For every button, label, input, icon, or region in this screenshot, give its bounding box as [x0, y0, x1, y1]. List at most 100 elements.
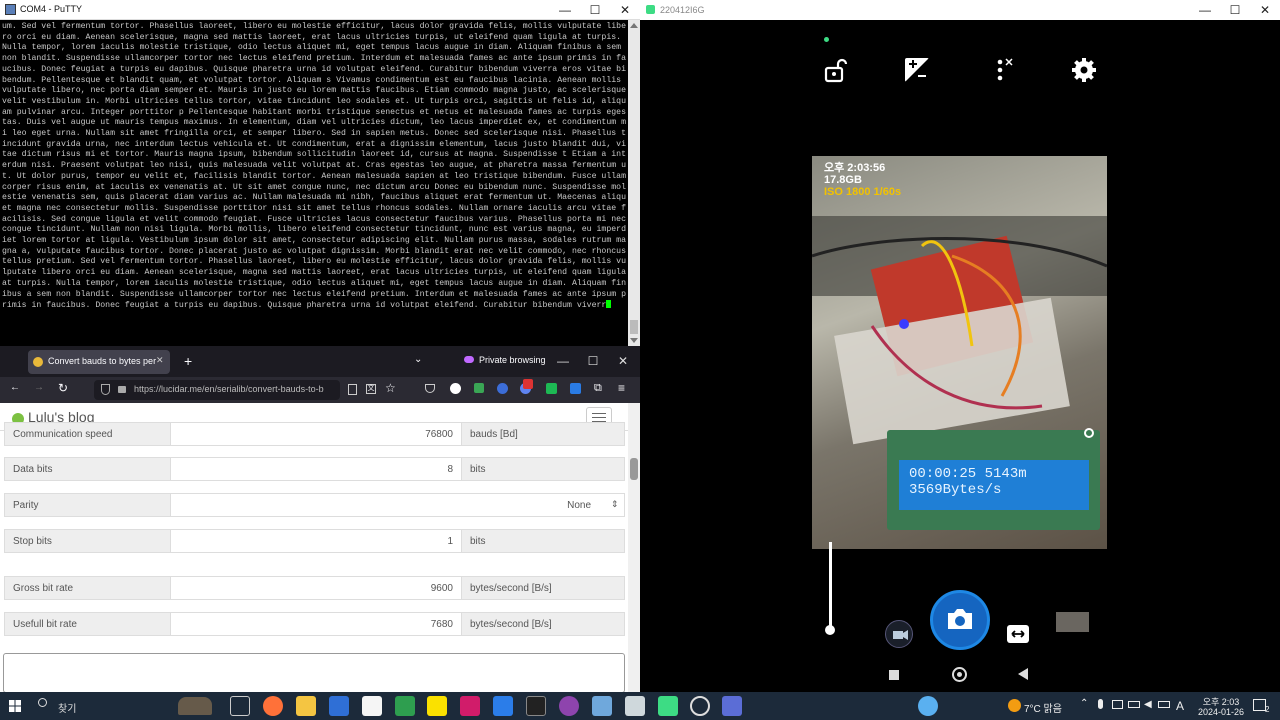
- clock-date[interactable]: 2024-01-26: [1194, 707, 1248, 717]
- calculator-icon[interactable]: [625, 696, 645, 716]
- focus-handle[interactable]: [1084, 428, 1094, 438]
- extension-red-icon[interactable]: [523, 379, 533, 389]
- network-icon[interactable]: [1112, 700, 1123, 709]
- ime-indicator[interactable]: A: [1176, 699, 1184, 713]
- extension-n-icon[interactable]: [546, 383, 557, 394]
- text-area[interactable]: [3, 653, 625, 692]
- minimize-icon[interactable]: —: [550, 0, 580, 20]
- search-icon: [38, 698, 47, 707]
- extension-translate-icon[interactable]: [570, 383, 581, 394]
- microphone-icon[interactable]: [1098, 699, 1103, 709]
- field-label: Gross bit rate: [5, 577, 171, 599]
- overlay-iso: ISO 1800 1/60s: [824, 186, 902, 198]
- tab-strip: Convert bauds to bytes per se ✕ + ⌄ Priv…: [0, 346, 640, 377]
- row-stop-bits: Stop bits 1 bits: [4, 529, 625, 553]
- help-icon[interactable]: [918, 696, 938, 716]
- translate-icon[interactable]: 文: [366, 384, 376, 394]
- minimize-icon[interactable]: —: [1190, 0, 1220, 20]
- scrcpy-icon[interactable]: [658, 696, 678, 716]
- clock-app-icon[interactable]: [690, 696, 710, 716]
- putty-icon[interactable]: [722, 696, 742, 716]
- url-bar[interactable]: https://lucidar.me/en/serialib/convert-b…: [94, 380, 340, 400]
- navigation-toolbar: ← → ↻ https://lucidar.me/en/serialib/con…: [0, 377, 640, 403]
- close-icon[interactable]: ✕: [1250, 0, 1280, 20]
- app-icon[interactable]: [592, 696, 612, 716]
- lcd-module: 00:00:25 5143m 3569Bytes/s: [887, 430, 1100, 530]
- close-icon[interactable]: ✕: [610, 0, 640, 20]
- volume-icon[interactable]: ◀: [1144, 699, 1152, 710]
- scroll-thumb[interactable]: [630, 458, 638, 480]
- back-icon[interactable]: ←: [10, 382, 20, 393]
- baud-rate-input[interactable]: 76800: [171, 423, 461, 445]
- reader-view-icon[interactable]: [348, 384, 357, 395]
- file-explorer-icon[interactable]: [296, 696, 316, 716]
- mail-icon[interactable]: [329, 696, 349, 716]
- maximize-icon[interactable]: ☐: [578, 351, 608, 371]
- reload-icon[interactable]: ↻: [58, 381, 68, 395]
- stop-bits-input[interactable]: 1: [171, 530, 461, 552]
- home-icon[interactable]: [952, 667, 967, 682]
- pocket-icon[interactable]: [425, 384, 435, 393]
- notepad-icon[interactable]: [362, 696, 382, 716]
- gallery-thumbnail[interactable]: [1056, 612, 1089, 632]
- firefox-icon[interactable]: [263, 696, 283, 716]
- scroll-down-icon[interactable]: [630, 338, 638, 343]
- field-label: Data bits: [5, 458, 171, 480]
- extension-globe-icon[interactable]: [497, 383, 508, 394]
- tray-overflow-icon[interactable]: ⌃: [1080, 698, 1088, 709]
- camera-preview[interactable]: 오후 2:03:56 17.8GB ISO 1800 1/60s 00:00:2…: [812, 156, 1107, 549]
- task-view-icon[interactable]: [230, 696, 250, 716]
- battery-icon[interactable]: [1128, 701, 1140, 708]
- putty-title: COM4 - PuTTY: [20, 4, 83, 14]
- field-label: Stop bits: [5, 530, 171, 552]
- new-tab-icon[interactable]: +: [184, 353, 192, 369]
- settings-gear-icon[interactable]: [1071, 57, 1097, 83]
- field-unit: bauds [Bd]: [461, 423, 624, 445]
- app-green-icon[interactable]: [395, 696, 415, 716]
- terminal-output[interactable]: um. Sed vel fermentum tortor. Phasellus …: [2, 22, 628, 345]
- extensions-puzzle-icon[interactable]: ⧉: [594, 382, 602, 395]
- bookmark-star-icon[interactable]: ☆: [385, 381, 396, 395]
- minimize-icon[interactable]: —: [548, 351, 578, 371]
- list-tabs-icon[interactable]: ⌄: [414, 354, 422, 365]
- start-windows-icon[interactable]: [9, 700, 21, 712]
- menu-icon[interactable]: ≡: [618, 381, 625, 395]
- browser-icon[interactable]: [493, 696, 513, 716]
- url-text: https://lucidar.me/en/serialib/convert-b…: [134, 384, 324, 394]
- terminal-icon[interactable]: [526, 696, 546, 716]
- tab-active[interactable]: Convert bauds to bytes per se ✕: [28, 350, 170, 374]
- close-icon[interactable]: ✕: [608, 351, 638, 371]
- tab-close-icon[interactable]: ✕: [156, 355, 266, 366]
- terminal-scrollbar[interactable]: [628, 20, 640, 346]
- putty-app-icon: [5, 4, 16, 15]
- more-options-icon[interactable]: [995, 57, 1015, 83]
- extension-green-icon[interactable]: [474, 383, 484, 393]
- phone-titlebar[interactable]: 220412I6G — ☐ ✕: [640, 0, 1280, 20]
- exposure-icon[interactable]: [904, 57, 930, 83]
- weather-text[interactable]: 7°C 맑음: [1024, 700, 1062, 715]
- page-scrollbar[interactable]: [628, 403, 640, 692]
- data-bits-input[interactable]: 8: [171, 458, 461, 480]
- zoom-slider[interactable]: [829, 542, 832, 630]
- scroll-up-icon[interactable]: [630, 23, 638, 28]
- scroll-thumb[interactable]: [630, 320, 638, 334]
- ide-icon[interactable]: [460, 696, 480, 716]
- unlock-icon[interactable]: [823, 57, 849, 83]
- parity-select[interactable]: None: [171, 494, 611, 516]
- putty-titlebar[interactable]: COM4 - PuTTY — ☐ ✕: [0, 0, 640, 20]
- taskbar-search[interactable]: 찾기: [30, 692, 212, 720]
- shutter-button[interactable]: [930, 590, 990, 650]
- maximize-icon[interactable]: ☐: [1220, 0, 1250, 20]
- switch-camera-icon[interactable]: [1006, 624, 1030, 644]
- zoom-slider-handle[interactable]: [825, 625, 835, 635]
- recents-icon[interactable]: [889, 670, 899, 680]
- back-nav-icon[interactable]: [1018, 668, 1028, 680]
- private-browser-icon[interactable]: [559, 696, 579, 716]
- extension-dark-icon[interactable]: [450, 383, 461, 394]
- keyboard-icon[interactable]: [1158, 701, 1170, 708]
- forward-icon[interactable]: →: [34, 382, 44, 393]
- kakaotalk-icon[interactable]: [427, 696, 447, 716]
- putty-window: COM4 - PuTTY — ☐ ✕ um. Sed vel fermentum…: [0, 0, 640, 346]
- maximize-icon[interactable]: ☐: [580, 0, 610, 20]
- video-mode-icon[interactable]: [885, 620, 913, 648]
